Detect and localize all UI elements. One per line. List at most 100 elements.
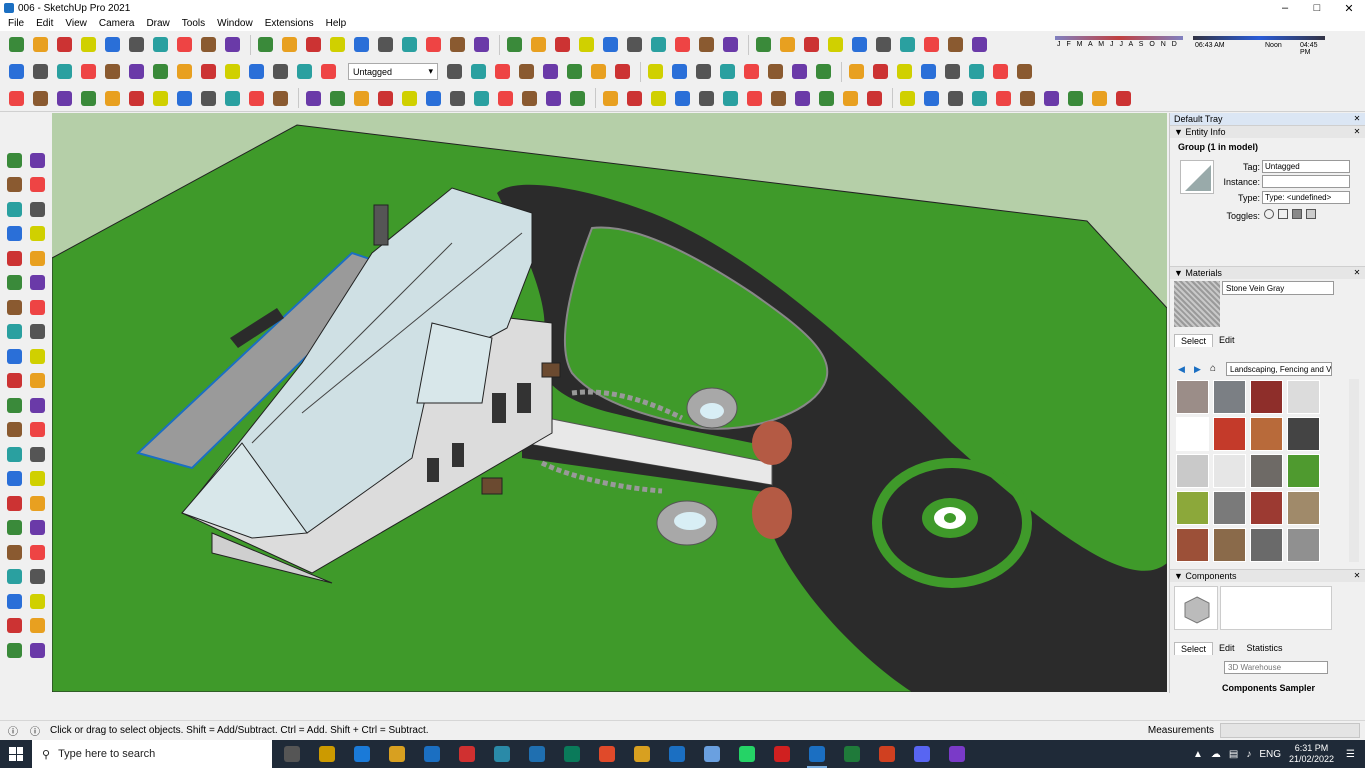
toolbar3-tool-button-3[interactable]	[54, 88, 74, 108]
left-tool-button-34[interactable]	[27, 542, 47, 562]
material-swatch[interactable]	[1250, 417, 1283, 451]
left-tool-button-18[interactable]	[27, 346, 47, 366]
toolbar1-tool-button-30[interactable]	[720, 35, 740, 55]
toolbar3-tool-button-38[interactable]	[921, 88, 941, 108]
toolbar1-tool-button-23[interactable]	[552, 35, 572, 55]
close-tray-icon[interactable]: ✕	[1353, 115, 1361, 123]
left-tool-button-4[interactable]	[27, 175, 47, 195]
taskbar-app-12[interactable]	[665, 740, 689, 768]
toolbar1-tool-button-20[interactable]	[471, 35, 491, 55]
toolbar1-tool-button-10[interactable]	[222, 35, 242, 55]
left-tool-button-2[interactable]	[27, 150, 47, 170]
left-tool-button-33[interactable]	[4, 542, 24, 562]
left-tool-button-19[interactable]	[4, 371, 24, 391]
toolbar2-tool-button-3[interactable]	[54, 62, 74, 82]
toolbar1-tool-button-15[interactable]	[351, 35, 371, 55]
left-tool-button-21[interactable]	[4, 395, 24, 415]
material-swatch[interactable]	[1176, 454, 1209, 488]
toolbar3-tool-button-18[interactable]	[423, 88, 443, 108]
back-arrow-icon[interactable]: ◀	[1178, 364, 1185, 375]
close-entity-info-icon[interactable]: ✕	[1353, 128, 1361, 136]
left-tool-button-25[interactable]	[4, 444, 24, 464]
toolbar1-tool-button-4[interactable]	[78, 35, 98, 55]
toolbar3-tool-button-5[interactable]	[102, 88, 122, 108]
toolbar2-tool-button-8[interactable]	[174, 62, 194, 82]
toolbar1-tool-button-2[interactable]	[30, 35, 50, 55]
close-button[interactable]: ✕	[1333, 0, 1365, 16]
volume-icon[interactable]: ♪	[1246, 749, 1251, 760]
forward-arrow-icon[interactable]: ▶	[1194, 364, 1201, 375]
month-slider[interactable]	[1055, 36, 1183, 40]
toolbar1-tool-button-24[interactable]	[576, 35, 596, 55]
toolbar3-tool-button-44[interactable]	[1065, 88, 1085, 108]
toolbar1-tool-button-6[interactable]	[126, 35, 146, 55]
left-tool-button-17[interactable]	[4, 346, 24, 366]
toolbar3-tool-button-42[interactable]	[1017, 88, 1037, 108]
entity-info-header[interactable]: ▼ Entity Info ✕	[1170, 125, 1365, 138]
left-tool-button-38[interactable]	[27, 591, 47, 611]
info-icon[interactable]: ⓘ	[8, 723, 18, 738]
visible-toggle-icon[interactable]	[1264, 209, 1274, 219]
menu-camera[interactable]: Camera	[93, 18, 141, 29]
toolbar2b-tool-button-14[interactable]	[765, 62, 785, 82]
toolbar2b-tool-button-11[interactable]	[693, 62, 713, 82]
taskbar-search[interactable]: ⚲ Type here to search	[32, 740, 272, 768]
left-tool-button-16[interactable]	[27, 322, 47, 342]
components-tab-edit[interactable]: Edit	[1213, 642, 1241, 655]
left-tool-button-15[interactable]	[4, 322, 24, 342]
taskbar-app-17[interactable]	[840, 740, 864, 768]
toolbar3-tool-button-20[interactable]	[471, 88, 491, 108]
toolbar3-tool-button-2[interactable]	[30, 88, 50, 108]
close-materials-icon[interactable]: ✕	[1353, 269, 1361, 277]
toolbar3-tool-button-6[interactable]	[126, 88, 146, 108]
toolbar2b-tool-button-5[interactable]	[540, 62, 560, 82]
left-tool-button-24[interactable]	[27, 420, 47, 440]
toolbar1-tool-button-12[interactable]	[279, 35, 299, 55]
material-swatch[interactable]	[1250, 380, 1283, 414]
toolbar1-tool-button-26[interactable]	[624, 35, 644, 55]
toolbar3-tool-button-1[interactable]	[6, 88, 26, 108]
left-tool-button-28[interactable]	[27, 469, 47, 489]
toolbar3-tool-button-7[interactable]	[150, 88, 170, 108]
left-tool-button-27[interactable]	[4, 469, 24, 489]
toolbar1-tool-button-39[interactable]	[945, 35, 965, 55]
left-tool-button-36[interactable]	[27, 567, 47, 587]
language-indicator[interactable]: ENG	[1259, 749, 1281, 760]
toolbar3-tool-button-10[interactable]	[222, 88, 242, 108]
toolbar1-tool-button-33[interactable]	[801, 35, 821, 55]
toolbar2b-tool-button-21[interactable]	[942, 62, 962, 82]
left-tool-button-30[interactable]	[27, 493, 47, 513]
toolbar3-tool-button-46[interactable]	[1113, 88, 1133, 108]
receive-shadow-toggle-icon[interactable]	[1306, 209, 1316, 219]
start-button[interactable]	[0, 740, 32, 768]
menu-extensions[interactable]: Extensions	[259, 18, 320, 29]
material-swatch[interactable]	[1287, 491, 1320, 525]
type-select[interactable]: Type: <undefined>	[1262, 191, 1350, 204]
left-tool-button-32[interactable]	[27, 518, 47, 538]
toolbar3-tool-button-25[interactable]	[600, 88, 620, 108]
material-name-input[interactable]: Stone Vein Gray	[1222, 281, 1334, 295]
components-header[interactable]: ▼ Components ✕	[1170, 569, 1365, 582]
materials-tab-edit[interactable]: Edit	[1213, 334, 1241, 347]
toolbar1-tool-button-38[interactable]	[921, 35, 941, 55]
material-swatch[interactable]	[1287, 380, 1320, 414]
help-icon[interactable]: ⓘ	[30, 723, 40, 738]
toolbar1-tool-button-9[interactable]	[198, 35, 218, 55]
material-swatch[interactable]	[1250, 528, 1283, 562]
left-tool-button-39[interactable]	[4, 616, 24, 636]
toolbar2b-tool-button-4[interactable]	[516, 62, 536, 82]
toolbar3-tool-button-31[interactable]	[744, 88, 764, 108]
notifications-icon[interactable]: ☰	[1346, 749, 1355, 760]
toolbar1-tool-button-17[interactable]	[399, 35, 419, 55]
toolbar2-tool-button-7[interactable]	[150, 62, 170, 82]
left-tool-button-1[interactable]	[4, 150, 24, 170]
toolbar1-tool-button-19[interactable]	[447, 35, 467, 55]
instance-input[interactable]	[1262, 175, 1350, 188]
toolbar3-tool-button-28[interactable]	[672, 88, 692, 108]
toolbar1-tool-button-13[interactable]	[303, 35, 323, 55]
material-swatch[interactable]	[1213, 454, 1246, 488]
components-sampler-label[interactable]: Components Sampler	[1222, 683, 1315, 693]
toolbar2-tool-button-10[interactable]	[222, 62, 242, 82]
toolbar1-tool-button-40[interactable]	[969, 35, 989, 55]
left-tool-button-8[interactable]	[27, 224, 47, 244]
